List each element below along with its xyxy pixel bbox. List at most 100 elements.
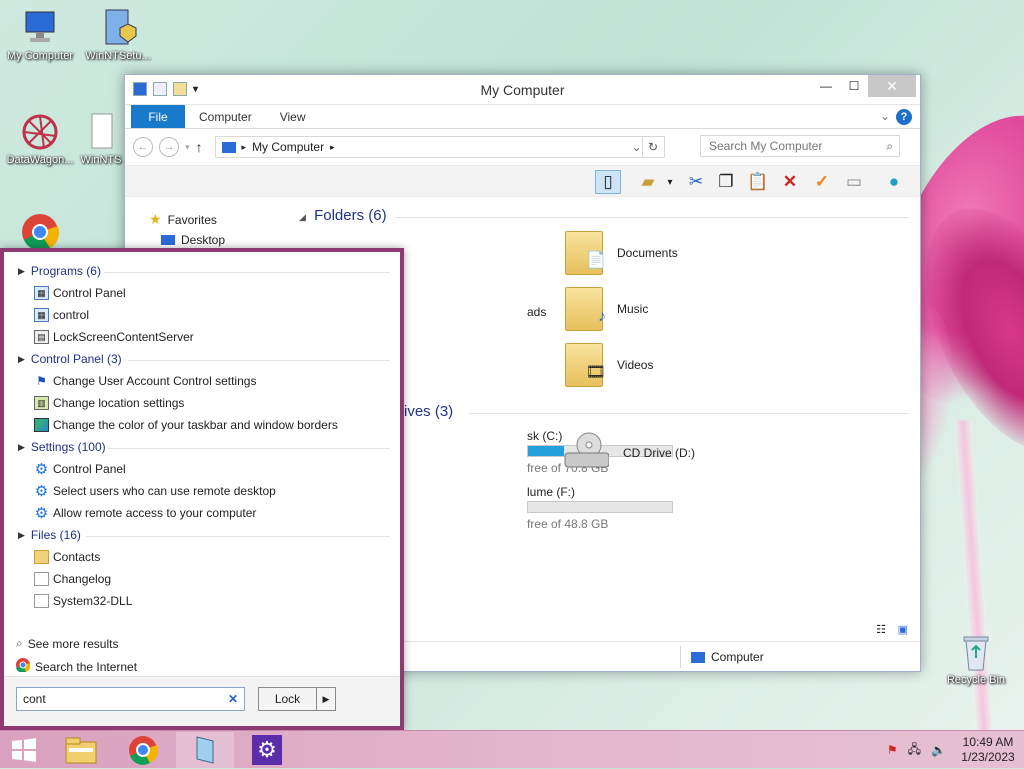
search-icon: ⌕ [886, 139, 893, 153]
folder-icon [34, 550, 49, 564]
result-control-panel[interactable]: ▦ Control Panel [34, 286, 126, 300]
search-query: cont [23, 692, 46, 706]
group-divider [395, 217, 909, 218]
delete-icon[interactable]: ✕ [777, 170, 803, 194]
search-placeholder: Search My Computer [709, 139, 823, 153]
nav-desktop-label: Desktop [181, 233, 226, 247]
cut-icon[interactable]: ✂ [683, 170, 709, 194]
address-bar[interactable]: ▸ My Computer ▸ ⌄ ↻ [214, 136, 665, 158]
expand-ribbon-icon[interactable]: ⌄ [880, 109, 890, 123]
folder-downloads[interactable]: ads [527, 305, 546, 319]
control-panel-icon: ▦ [34, 286, 49, 300]
nav-favorites[interactable]: ★ Favorites [149, 211, 217, 228]
volume-icon[interactable]: 🔈 [931, 743, 946, 757]
lock-button[interactable]: Lock ▶ [258, 687, 336, 711]
drive-c[interactable]: sk (C:) free of 70.8 GB [527, 429, 673, 475]
folder-label: Documents [617, 246, 678, 260]
preview-pane-button[interactable]: ▯ [595, 170, 621, 194]
category-files[interactable]: ▶ Files (16) [18, 528, 390, 542]
search-box[interactable]: Search My Computer ⌕ [700, 135, 900, 157]
recent-locations-icon[interactable]: ▾ [185, 142, 190, 153]
category-divider [128, 360, 390, 361]
category-settings[interactable]: ▶ Settings (100) [18, 440, 390, 454]
help-icon[interactable]: ? [896, 109, 912, 125]
drive-d[interactable]: CD Drive (D:) [563, 429, 695, 476]
category-control-panel[interactable]: ▶ Control Panel (3) [18, 352, 390, 366]
system-tray: ⚑ 🖧 🔈 10:49 AM 1/23/2023 [887, 731, 1024, 769]
folders-group-header[interactable]: ◢ Folders (6) [299, 207, 909, 224]
desktop-icon-my-computer[interactable]: My Computer [0, 8, 80, 62]
result-taskbar-color[interactable]: Change the color of your taskbar and win… [34, 418, 338, 432]
close-button[interactable]: ✕ [868, 75, 916, 97]
globe-icon[interactable]: ● [881, 170, 907, 194]
up-button[interactable]: ↑ [196, 139, 203, 155]
category-divider [86, 536, 390, 537]
desktop-icon-datawagon[interactable]: DataWagon... [0, 112, 80, 166]
desktop-icon-winnts[interactable]: WinNTS [78, 112, 124, 166]
start-search-input[interactable]: cont ✕ [16, 687, 245, 711]
result-settings-control-panel[interactable]: ⚙ Control Panel [34, 461, 126, 478]
address-dropdown-icon[interactable]: ⌄ [631, 140, 641, 154]
result-changelog[interactable]: Changelog [34, 572, 111, 586]
details-view-icon[interactable]: ☷ [876, 623, 886, 636]
result-label: Select users who can use remote desktop [53, 484, 276, 498]
breadcrumb-my-computer[interactable]: My Computer [252, 140, 324, 154]
clock-time: 10:49 AM [962, 735, 1014, 749]
tab-view[interactable]: View [266, 105, 320, 128]
result-system32-dll[interactable]: System32-DLL [34, 594, 132, 608]
taskbar-chrome[interactable] [114, 732, 172, 768]
result-remote-access[interactable]: ⚙ Allow remote access to your computer [34, 505, 257, 522]
category-programs[interactable]: ▶ Programs (6) [18, 264, 390, 278]
drive-f[interactable]: lume (F:) free of 48.8 GB [527, 485, 673, 531]
folder-label: ads [527, 305, 547, 319]
copy-icon[interactable]: ❐ [713, 170, 739, 194]
group-divider [469, 413, 909, 414]
result-location-settings[interactable]: ▥ Change location settings [34, 396, 184, 410]
file-icon [34, 594, 49, 608]
start-button[interactable] [0, 732, 48, 768]
result-label: Change the color of your taskbar and win… [53, 418, 338, 432]
result-lockscreen[interactable]: ▤ LockScreenContentServer [34, 330, 194, 344]
forward-button[interactable]: → [159, 137, 179, 157]
nav-desktop[interactable]: Desktop [161, 233, 225, 247]
maximize-button[interactable]: ☐ [840, 75, 868, 97]
setup-icon [196, 736, 214, 764]
folder-videos[interactable]: 🎞 Videos [565, 343, 653, 387]
desktop-icon-winntsetup[interactable]: WinNTSetu... [78, 8, 158, 62]
power-options-arrow-icon[interactable]: ▶ [317, 694, 335, 705]
desktop-icon-label: WinNTSetu... [85, 50, 151, 62]
clear-search-icon[interactable]: ✕ [228, 692, 238, 706]
rename-check-icon[interactable]: ✓ [809, 170, 835, 194]
drive-label: sk (C:) [527, 429, 563, 443]
clock[interactable]: 10:49 AM 1/23/2023 [958, 735, 1018, 765]
desktop-icon-recycle-bin[interactable]: Recycle Bin [936, 632, 1016, 686]
organize-dropdown-icon[interactable]: ▾ [657, 170, 683, 194]
action-center-flag-icon[interactable]: ⚑ [887, 743, 898, 757]
breadcrumb-separator-icon[interactable]: ▸ [330, 142, 335, 153]
tab-file[interactable]: File [131, 105, 185, 128]
result-control[interactable]: ▦ control [34, 308, 89, 322]
desktop-icon-label: WinNTS [80, 154, 122, 166]
network-icon[interactable]: 🖧 [908, 740, 921, 761]
refresh-button[interactable]: ↻ [641, 137, 664, 157]
folder-documents[interactable]: 📄 Documents [565, 231, 678, 275]
result-remote-desktop-users[interactable]: ⚙ Select users who can use remote deskto… [34, 483, 276, 500]
result-contacts[interactable]: Contacts [34, 550, 100, 564]
large-icons-view-icon[interactable]: ▣ [898, 623, 908, 636]
back-button[interactable]: ← [133, 137, 153, 157]
videos-folder-icon: 🎞 [565, 343, 606, 387]
search-internet-link[interactable]: Search the Internet [16, 658, 137, 675]
folder-music[interactable]: ♪ Music [565, 287, 648, 331]
minimize-button[interactable]: — [812, 75, 840, 97]
taskbar-settings[interactable]: ⚙ [238, 732, 296, 768]
properties-box-icon[interactable]: ▭ [841, 170, 867, 194]
folder-label: Videos [617, 358, 654, 372]
paste-icon[interactable]: 📋 [745, 170, 771, 194]
see-more-results-link[interactable]: ⌕ See more results [16, 636, 118, 651]
taskbar-winntsetup[interactable] [176, 732, 234, 768]
uac-flag-icon: ⚑ [36, 374, 47, 388]
result-uac-settings[interactable]: ⚑ Change User Account Control settings [34, 374, 256, 388]
title-bar[interactable]: ▾ My Computer — ☐ ✕ [125, 75, 920, 105]
taskbar-file-explorer[interactable] [52, 732, 110, 768]
tab-computer[interactable]: Computer [185, 105, 266, 128]
